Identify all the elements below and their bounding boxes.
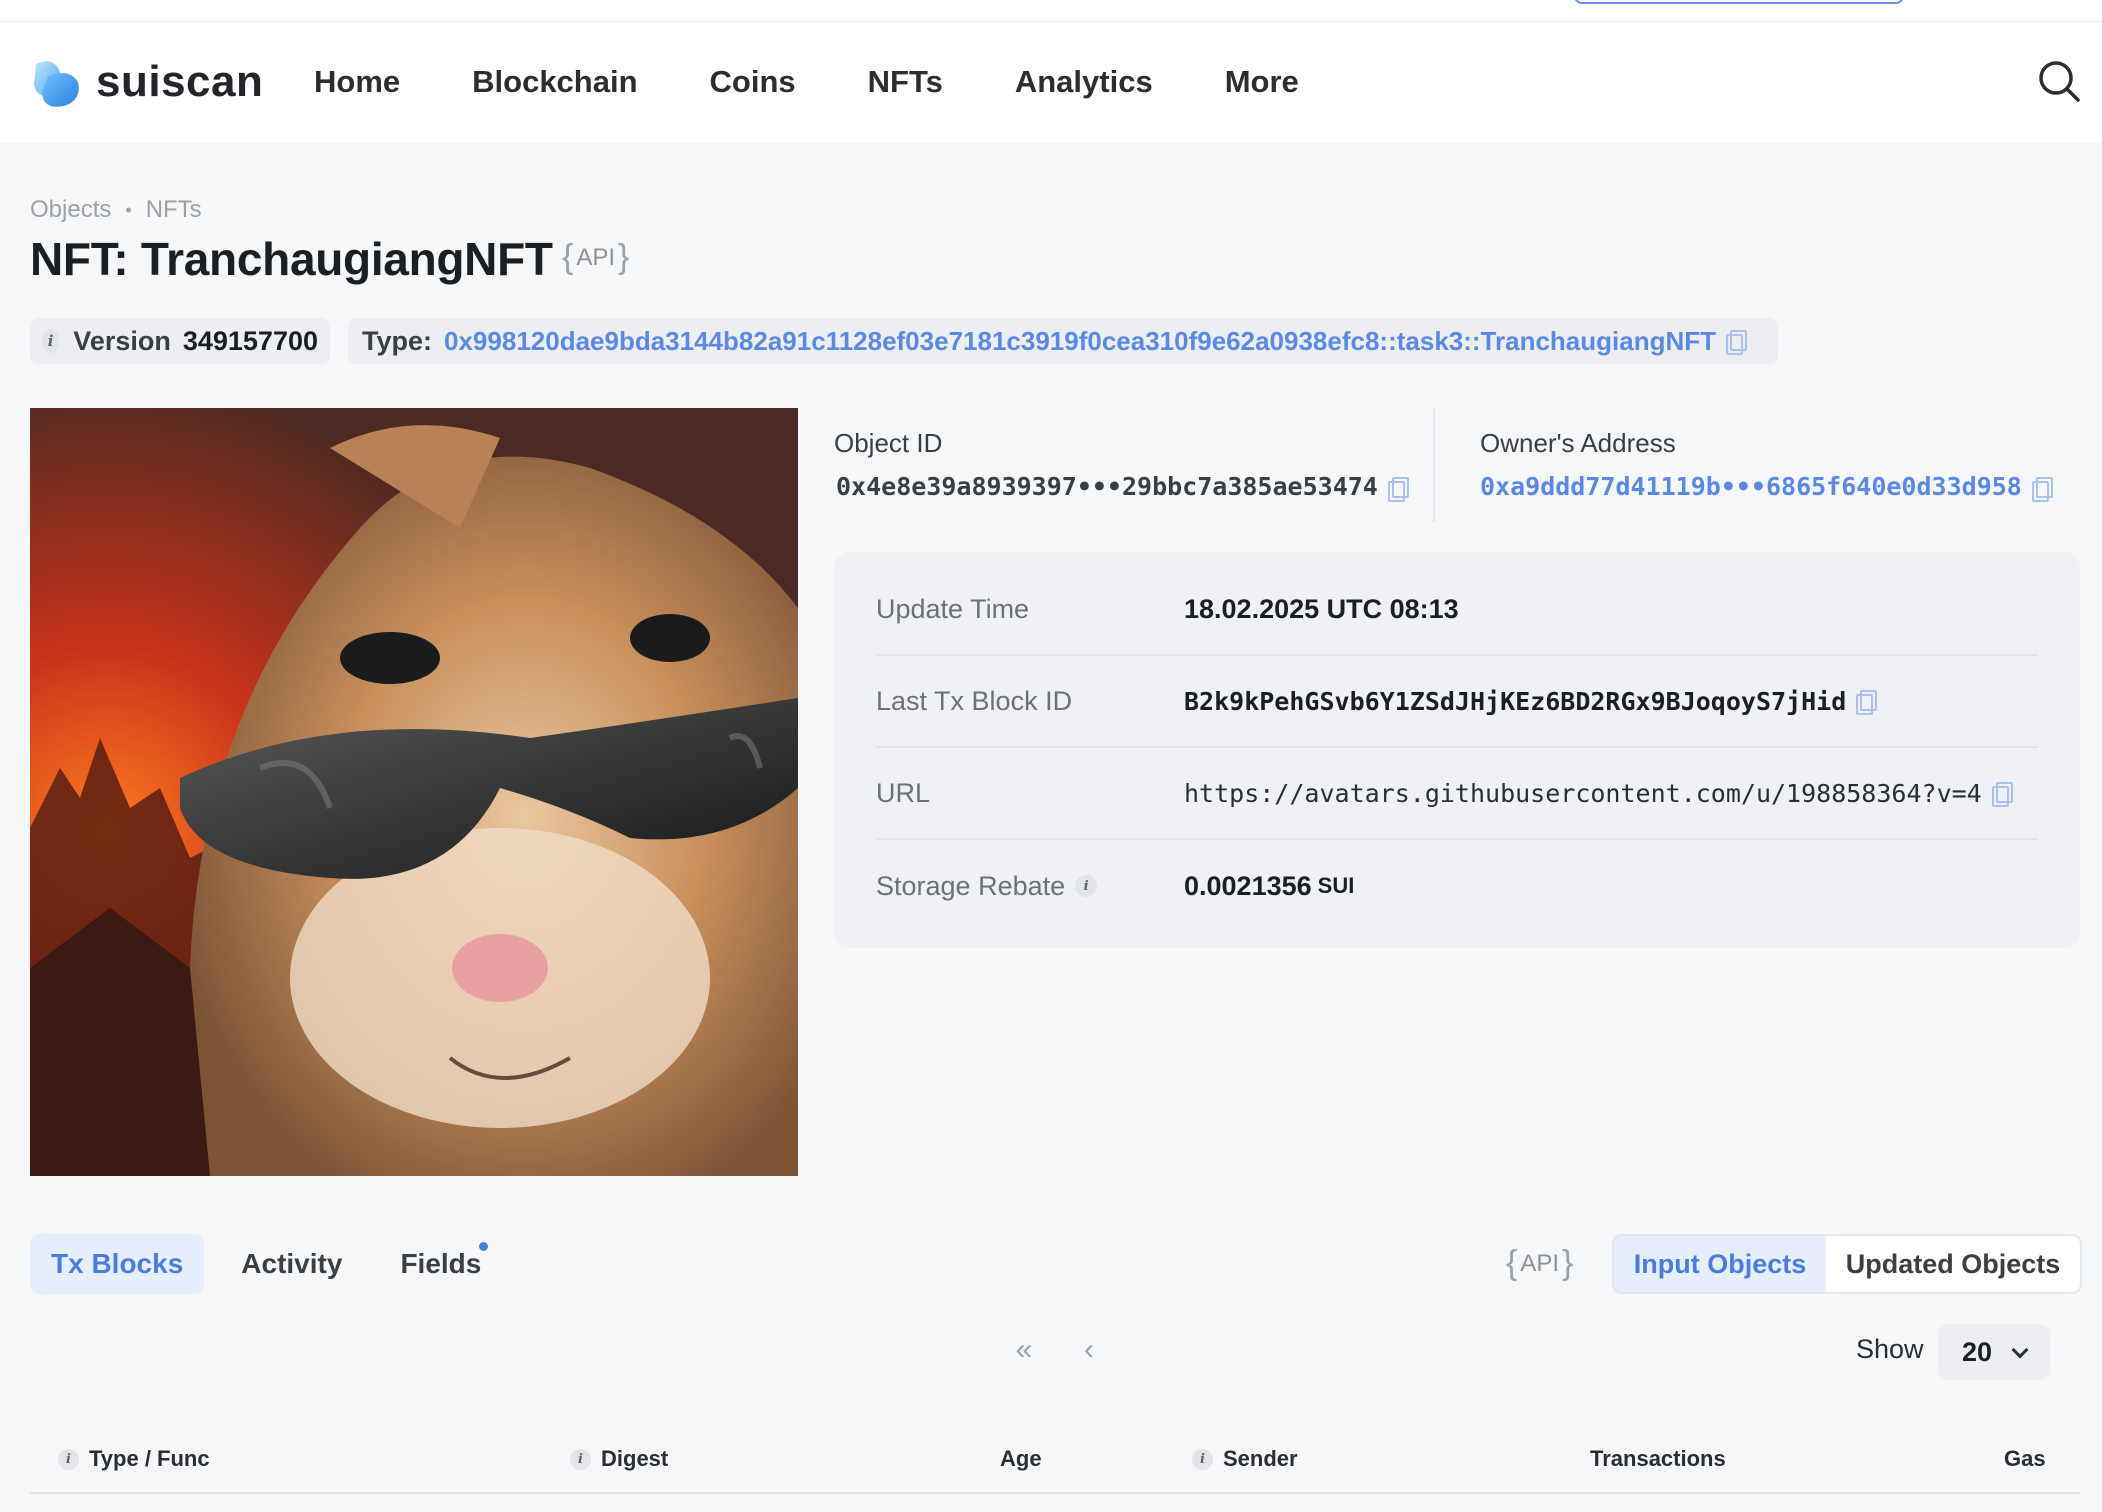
- object-id-text: 0x4e8e39a8939397•••29bbc7a385ae53474: [836, 472, 1378, 501]
- nav-item-nfts[interactable]: NFTs: [868, 60, 943, 104]
- tab-activity-label: Activity: [241, 1248, 343, 1279]
- nav-item-more[interactable]: More: [1225, 60, 1299, 104]
- info-icon[interactable]: i: [1192, 1448, 1213, 1470]
- tab-fields-label: Fields: [400, 1248, 482, 1279]
- search-icon[interactable]: [2036, 58, 2082, 104]
- header: suiscan Home Blockchain Coins NFTs Analy…: [0, 22, 2102, 143]
- object-id-label: Object ID: [834, 428, 943, 458]
- storage-rebate-value-wrap: 0.0021356 SUI: [1184, 871, 1354, 902]
- page-size-select[interactable]: 20: [1938, 1324, 2050, 1380]
- divider: [1433, 408, 1435, 522]
- brace-open-icon: {: [562, 238, 574, 276]
- objects-segment-control: Input Objects Updated Objects: [1612, 1234, 2082, 1294]
- tab-tx-blocks[interactable]: Tx Blocks: [30, 1234, 205, 1294]
- detail-row-update-time: Update Time 18.02.2025 UTC 08:13: [876, 564, 2038, 656]
- nav-item-blockchain[interactable]: Blockchain: [472, 60, 637, 104]
- column-gas: Gas: [2004, 1446, 2046, 1471]
- column-age: Age: [1000, 1446, 1042, 1471]
- column-transactions: Transactions: [1590, 1446, 1726, 1471]
- api-link[interactable]: { API }: [562, 238, 629, 277]
- nft-image: [30, 408, 798, 1176]
- info-icon[interactable]: i: [570, 1448, 591, 1470]
- brace-close-icon: }: [1562, 1244, 1574, 1282]
- object-id-value: 0x4e8e39a8939397•••29bbc7a385ae53474: [836, 472, 1409, 502]
- type-value-link[interactable]: 0x998120dae9bda3144b82a91c1128ef03e7181c…: [444, 326, 1716, 357]
- tab-fields[interactable]: Fields: [379, 1234, 502, 1294]
- update-time-value: 18.02.2025 UTC 08:13: [1184, 593, 1459, 624]
- column-sender: i Sender: [1192, 1446, 1298, 1472]
- details-card: Update Time 18.02.2025 UTC 08:13 Last Tx…: [834, 552, 2080, 948]
- version-value: 349157700: [182, 325, 318, 356]
- column-digest-label: Digest: [601, 1446, 669, 1471]
- column-type-func-label: Type / Func: [89, 1446, 210, 1471]
- top-pill-decoration: [1574, 0, 1904, 4]
- suiscan-logo-icon: [30, 54, 84, 110]
- app-name: suiscan: [96, 57, 264, 106]
- api-label: API: [576, 243, 616, 271]
- owner-address-label: Owner's Address: [1480, 428, 1676, 458]
- url-value: https://avatars.githubusercontent.com/u/…: [1184, 778, 2013, 808]
- storage-rebate-unit: SUI: [1317, 873, 1355, 898]
- nav-item-coins[interactable]: Coins: [710, 60, 796, 104]
- breadcrumb-nfts[interactable]: NFTs: [146, 196, 202, 224]
- detail-row-url: URL https://avatars.githubusercontent.co…: [876, 748, 2038, 840]
- detail-row-last-tx: Last Tx Block ID B2k9kPehGSvb6Y1ZSdJHjKE…: [876, 656, 2038, 748]
- brace-close-icon: }: [618, 238, 630, 276]
- version-label: Version: [73, 325, 171, 356]
- top-strip: [0, 0, 2102, 22]
- prev-page-button[interactable]: ‹: [1074, 1332, 1104, 1368]
- nav-item-analytics[interactable]: Analytics: [1015, 60, 1153, 104]
- updated-objects-button[interactable]: Updated Objects: [1826, 1236, 2080, 1292]
- last-tx-value: B2k9kPehGSvb6Y1ZSdJHjKEz6BD2RGx9BJoqoyS7…: [1184, 687, 1878, 716]
- copy-icon[interactable]: [1856, 690, 1878, 715]
- info-icon[interactable]: i: [58, 1448, 79, 1470]
- column-sender-label: Sender: [1223, 1446, 1298, 1471]
- tab-activity[interactable]: Activity: [220, 1234, 363, 1294]
- logo[interactable]: suiscan: [30, 52, 263, 112]
- breadcrumb-separator: •: [125, 199, 132, 220]
- first-page-button[interactable]: «: [1006, 1332, 1042, 1368]
- storage-rebate-label-wrap: Storage Rebate i: [876, 871, 1184, 902]
- copy-icon[interactable]: [1991, 782, 2013, 807]
- chevron-down-icon: [2011, 1341, 2029, 1359]
- last-tx-link[interactable]: B2k9kPehGSvb6Y1ZSdJHjKEz6BD2RGx9BJoqoyS7…: [1184, 687, 1846, 716]
- url-label: URL: [876, 777, 931, 808]
- api-label: API: [1520, 1249, 1560, 1277]
- copy-icon[interactable]: [1387, 477, 1409, 502]
- owner-address-value: 0xa9ddd77d41119b•••6865f640e0d33d958: [1480, 472, 2053, 502]
- column-type-func: i Type / Func: [58, 1446, 210, 1472]
- show-label: Show: [1856, 1334, 1924, 1364]
- storage-rebate-label: Storage Rebate: [876, 870, 1066, 901]
- input-objects-button[interactable]: Input Objects: [1614, 1236, 1826, 1292]
- info-icon[interactable]: i: [1075, 875, 1098, 897]
- breadcrumb-objects[interactable]: Objects: [30, 196, 111, 224]
- info-icon[interactable]: i: [42, 329, 60, 353]
- tabs-api-link[interactable]: { API }: [1506, 1244, 1573, 1283]
- version-chip: i Version 349157700: [30, 318, 330, 364]
- detail-row-storage-rebate: Storage Rebate i 0.0021356 SUI: [876, 840, 2038, 932]
- type-chip: Type: 0x998120dae9bda3144b82a91c1128ef03…: [348, 318, 1778, 364]
- main-nav: Home Blockchain Coins NFTs Analytics Mor…: [314, 60, 1371, 104]
- copy-icon[interactable]: [2031, 477, 2053, 502]
- type-label: Type:: [362, 325, 433, 356]
- owner-address-link[interactable]: 0xa9ddd77d41119b•••6865f640e0d33d958: [1480, 472, 2022, 501]
- tabs: Tx Blocks Activity Fields: [30, 1234, 518, 1294]
- copy-icon[interactable]: [1726, 330, 1748, 355]
- notification-dot: [479, 1242, 489, 1251]
- storage-rebate-value: 0.0021356: [1184, 870, 1312, 901]
- chevron-left-icon: ‹: [1084, 1333, 1094, 1366]
- url-text: https://avatars.githubusercontent.com/u/…: [1184, 778, 1982, 808]
- page-title: NFT: TranchaugiangNFT: [30, 233, 553, 285]
- double-chevron-left-icon: «: [1015, 1333, 1033, 1366]
- column-digest: i Digest: [570, 1446, 668, 1472]
- brace-open-icon: {: [1506, 1244, 1518, 1282]
- nav-item-home[interactable]: Home: [314, 60, 400, 104]
- page-size-value: 20: [1962, 1336, 1993, 1367]
- breadcrumb: Objects • NFTs: [30, 196, 202, 224]
- update-time-label: Update Time: [876, 593, 1030, 624]
- last-tx-label: Last Tx Block ID: [876, 685, 1073, 716]
- table-header: i Type / Func i Digest Age i Sender Tran…: [30, 1424, 2080, 1494]
